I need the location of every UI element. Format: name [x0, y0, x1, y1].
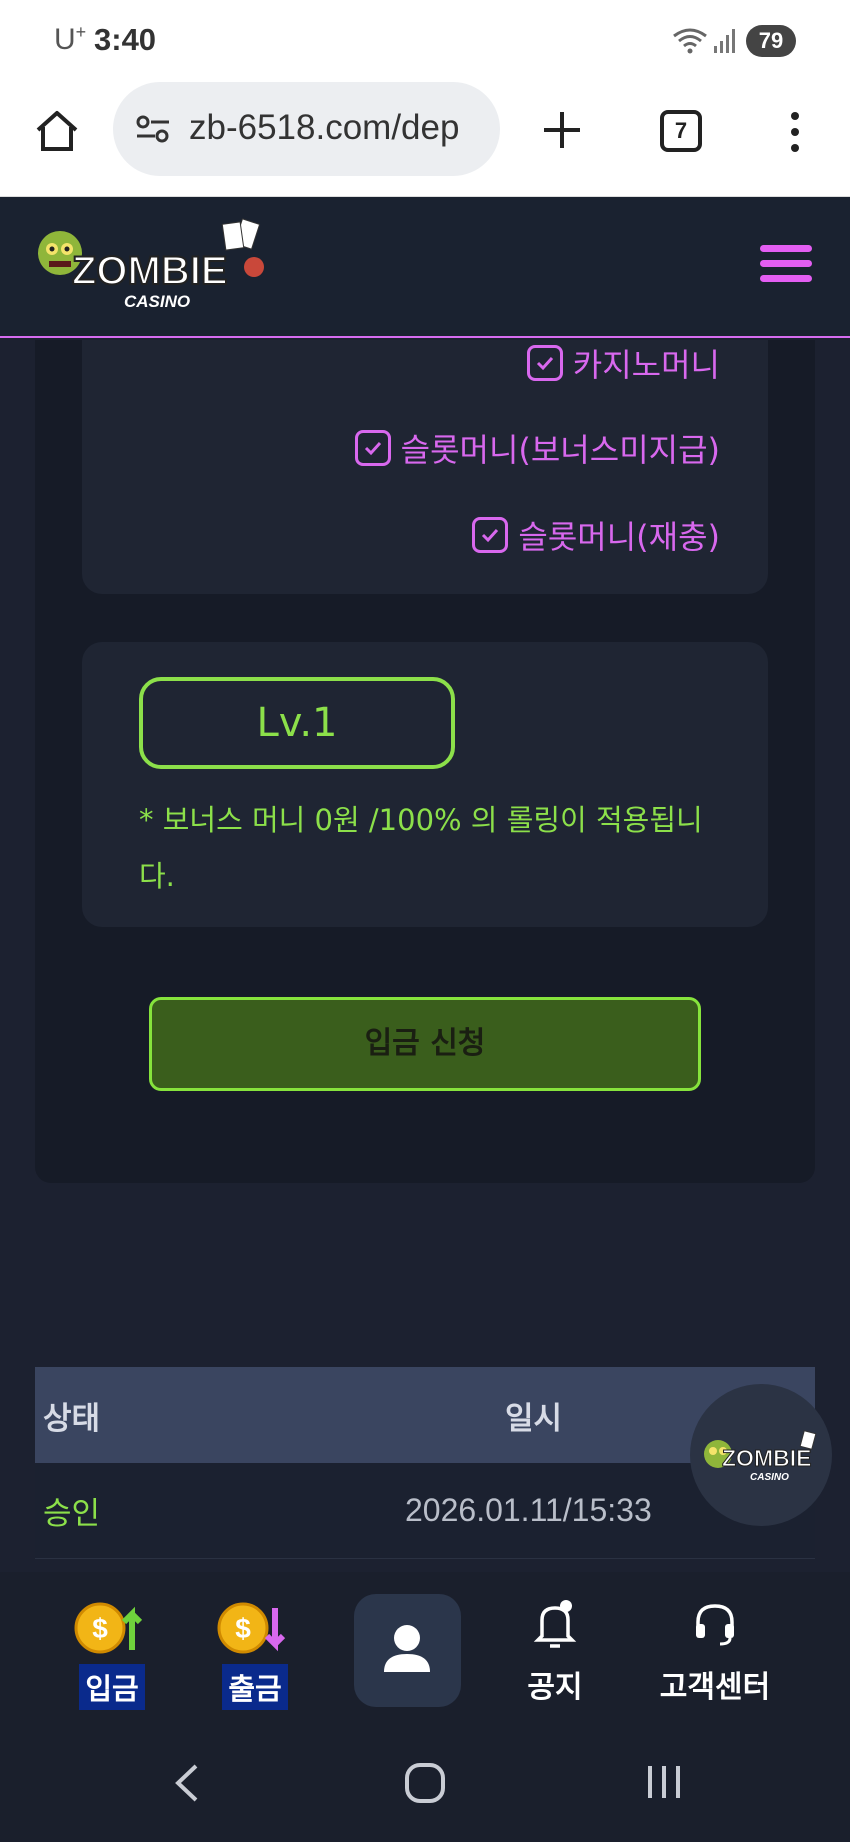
signal-icon: [714, 29, 735, 53]
check-slot-money-recharge[interactable]: 슬롯머니(재충): [472, 512, 720, 558]
svg-text:$: $: [235, 1613, 251, 1644]
nav-withdraw-label: 출금: [222, 1664, 288, 1710]
more-menu-icon[interactable]: [780, 110, 810, 154]
nav-support-label: 고객센터: [659, 1670, 771, 1705]
checkbox-checked-icon[interactable]: [354, 430, 391, 466]
battery-indicator: 79: [746, 25, 796, 57]
svg-text:CASINO: CASINO: [750, 1472, 789, 1483]
address-bar[interactable]: zb-6518.com/dep: [113, 82, 500, 176]
user-icon: [384, 1625, 430, 1672]
row-status: 승인: [43, 1496, 101, 1532]
checkbox-checked-icon[interactable]: [472, 517, 509, 553]
nav-deposit[interactable]: $ 입금: [70, 1572, 154, 1712]
nav-my-page[interactable]: [354, 1594, 461, 1707]
coin-up-icon: $: [74, 1602, 143, 1654]
nav-notice[interactable]: 공지: [515, 1572, 595, 1712]
system-navigation-bar: [0, 1712, 850, 1842]
svg-text:ZOMBIE: ZOMBIE: [722, 1445, 811, 1471]
check-label: 카지노머니: [572, 346, 720, 384]
recent-apps-icon[interactable]: [644, 1762, 684, 1802]
row-date: 2026.01.11/15:33: [405, 1492, 652, 1528]
nav-notice-label: 공지: [527, 1670, 583, 1705]
header-status: 상태: [43, 1400, 101, 1437]
checkbox-checked-icon[interactable]: [526, 345, 563, 381]
status-time: 3:40: [94, 22, 157, 57]
nav-deposit-label: 입금: [79, 1664, 145, 1710]
check-label: 슬롯머니(재충): [518, 518, 720, 556]
deposit-panel: 카지노머니 슬롯머니(보너스미지급) 슬롯머니(재충) Lv.1 * 보너스 머…: [35, 340, 815, 1183]
zombie-casino-logo[interactable]: ZOMBIE CASINO: [32, 217, 267, 317]
bonus-rolling-note: * 보너스 머니 0원 /100% 의 롤링이 적용됩니다.: [139, 803, 703, 893]
site-header: ZOMBIE CASINO: [0, 197, 850, 338]
status-bar: U+ 3:40 79: [0, 0, 850, 80]
carrier-label: U+: [54, 22, 87, 56]
check-casino-money[interactable]: 카지노머니: [526, 340, 720, 386]
nav-support[interactable]: 고객센터: [645, 1572, 785, 1712]
menu-hamburger-icon[interactable]: [760, 245, 812, 287]
level-card: Lv.1 * 보너스 머니 0원 /100% 의 롤링이 적용됩니다.: [82, 642, 768, 927]
money-type-card: 카지노머니 슬롯머니(보너스미지급) 슬롯머니(재충): [82, 340, 768, 594]
level-badge: Lv.1: [139, 677, 455, 769]
bottom-navigation: $ 입금 $ 출금 공지 고객센터: [0, 1572, 850, 1712]
back-icon[interactable]: [172, 1762, 202, 1804]
new-tab-icon[interactable]: [540, 108, 584, 152]
svg-text:$: $: [92, 1613, 108, 1644]
headset-icon: [696, 1604, 734, 1646]
site-settings-icon[interactable]: [135, 114, 171, 144]
coin-down-icon: $: [217, 1602, 286, 1654]
floating-logo-button[interactable]: ZOMBIE CASINO: [690, 1384, 832, 1526]
wifi-icon: [673, 28, 707, 54]
bell-icon: [533, 1600, 577, 1648]
check-label: 슬롯머니(보너스미지급): [400, 431, 720, 469]
tab-switcher-button[interactable]: 7: [660, 110, 702, 152]
svg-text:ZOMBIE: ZOMBIE: [72, 249, 228, 293]
check-slot-money-no-bonus[interactable]: 슬롯머니(보너스미지급): [354, 425, 720, 471]
deposit-request-button[interactable]: 입금 신청: [149, 997, 701, 1091]
svg-text:CASINO: CASINO: [124, 292, 190, 311]
nav-withdraw[interactable]: $ 출금: [213, 1572, 297, 1712]
url-text: zb-6518.com/dep: [189, 108, 460, 147]
browser-toolbar: zb-6518.com/dep 7: [0, 80, 850, 197]
home-icon[interactable]: [34, 108, 80, 154]
home-circle-icon[interactable]: [404, 1762, 446, 1804]
header-date: 일시: [505, 1400, 563, 1437]
